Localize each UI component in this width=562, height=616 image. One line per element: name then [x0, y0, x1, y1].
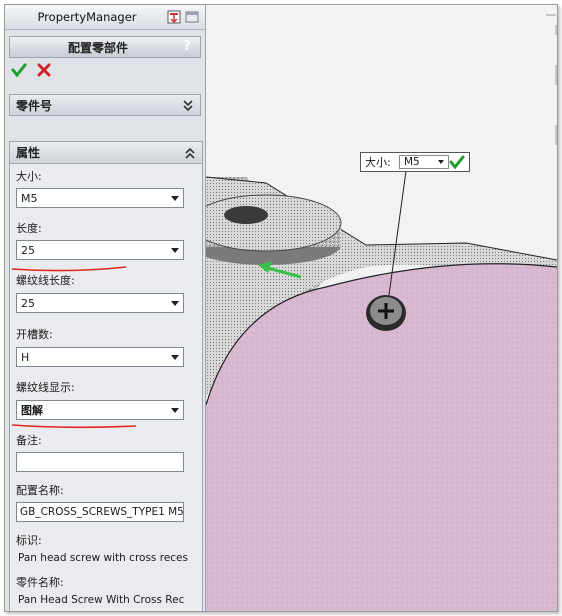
thread-display-label: 螺纹线显示:	[16, 381, 75, 394]
slot-value: H	[21, 350, 30, 364]
ok-cancel-row	[5, 58, 205, 82]
screenshot-frame: PropertyManager 配置零部件 ? 零件号 属性 大小: M5 长度…	[4, 4, 558, 612]
panel-title-bar: PropertyManager	[5, 5, 205, 30]
red-underline-annotation	[11, 424, 137, 429]
red-underline-annotation	[11, 266, 127, 272]
dropdown-arrow-icon	[171, 301, 179, 306]
dropdown-arrow-icon	[438, 160, 444, 164]
comment-label: 备注:	[16, 434, 42, 447]
part-number-label: 零件号	[16, 98, 53, 113]
length-dropdown[interactable]: 25	[16, 240, 184, 260]
properties-section-header[interactable]: 属性	[10, 142, 202, 164]
thread-length-dropdown[interactable]: 25	[16, 293, 184, 313]
size-label: 大小:	[16, 170, 42, 183]
part-name-value: Pan Head Screw With Cross Rec	[18, 594, 185, 606]
help-icon[interactable]: ?	[180, 40, 194, 54]
part-name-label: 零件名称:	[16, 576, 64, 589]
size-dropdown[interactable]: M5	[16, 188, 184, 208]
thread-length-label: 螺纹线长度:	[16, 274, 75, 287]
boss-top	[206, 194, 342, 252]
dropdown-arrow-icon	[171, 355, 179, 360]
boss-hole	[224, 206, 268, 224]
ok-check-icon[interactable]	[11, 62, 27, 78]
cad-model	[206, 14, 557, 611]
slot-label: 开槽数:	[16, 328, 53, 341]
length-label: 长度:	[16, 222, 42, 235]
property-manager-panel: PropertyManager 配置零部件 ? 零件号 属性 大小: M5 长度…	[5, 5, 206, 611]
dropdown-arrow-icon	[171, 196, 179, 201]
properties-label: 属性	[16, 146, 41, 160]
callout-ok-icon[interactable]	[449, 155, 465, 169]
expand-chevron-icon[interactable]	[182, 98, 194, 112]
thread-display-value: 图解	[21, 404, 43, 417]
close-panel-icon[interactable]	[185, 10, 199, 24]
dropdown-arrow-icon	[171, 248, 179, 253]
config-component-label: 配置零部件	[67, 40, 128, 55]
cancel-x-icon[interactable]	[37, 63, 51, 77]
comment-input[interactable]	[16, 452, 184, 472]
config-name-label: 配置名称:	[16, 484, 64, 497]
length-value: 25	[21, 243, 35, 257]
thread-length-value: 25	[21, 296, 35, 310]
description-value: Pan head screw with cross reces	[18, 552, 188, 564]
part-number-section-header[interactable]: 零件号	[9, 94, 201, 116]
config-name-input[interactable]: GB_CROSS_SCREWS_TYPE1 M5X	[16, 502, 184, 522]
graphics-viewport[interactable]: 大小: M5	[206, 5, 557, 611]
collapse-chevron-icon[interactable]	[184, 146, 196, 160]
description-label: 标识:	[16, 534, 42, 547]
config-component-bar: 配置零部件 ?	[9, 36, 201, 58]
properties-group: 属性 大小: M5 长度: 25 螺纹线长度: 25 开槽数: H 螺纹线显示:…	[9, 141, 203, 611]
dropdown-arrow-icon	[171, 408, 179, 413]
callout-size-value: M5	[404, 156, 420, 168]
panel-title: PropertyManager	[37, 10, 137, 24]
callout-label: 大小:	[365, 156, 391, 169]
slot-dropdown[interactable]: H	[16, 347, 184, 367]
size-callout[interactable]: 大小: M5	[360, 152, 470, 172]
viewport-border-ticks	[546, 14, 557, 145]
pin-icon[interactable]	[167, 10, 181, 24]
thread-display-dropdown[interactable]: 图解	[16, 400, 184, 420]
size-value: M5	[21, 191, 38, 205]
callout-size-dropdown[interactable]: M5	[399, 155, 449, 169]
